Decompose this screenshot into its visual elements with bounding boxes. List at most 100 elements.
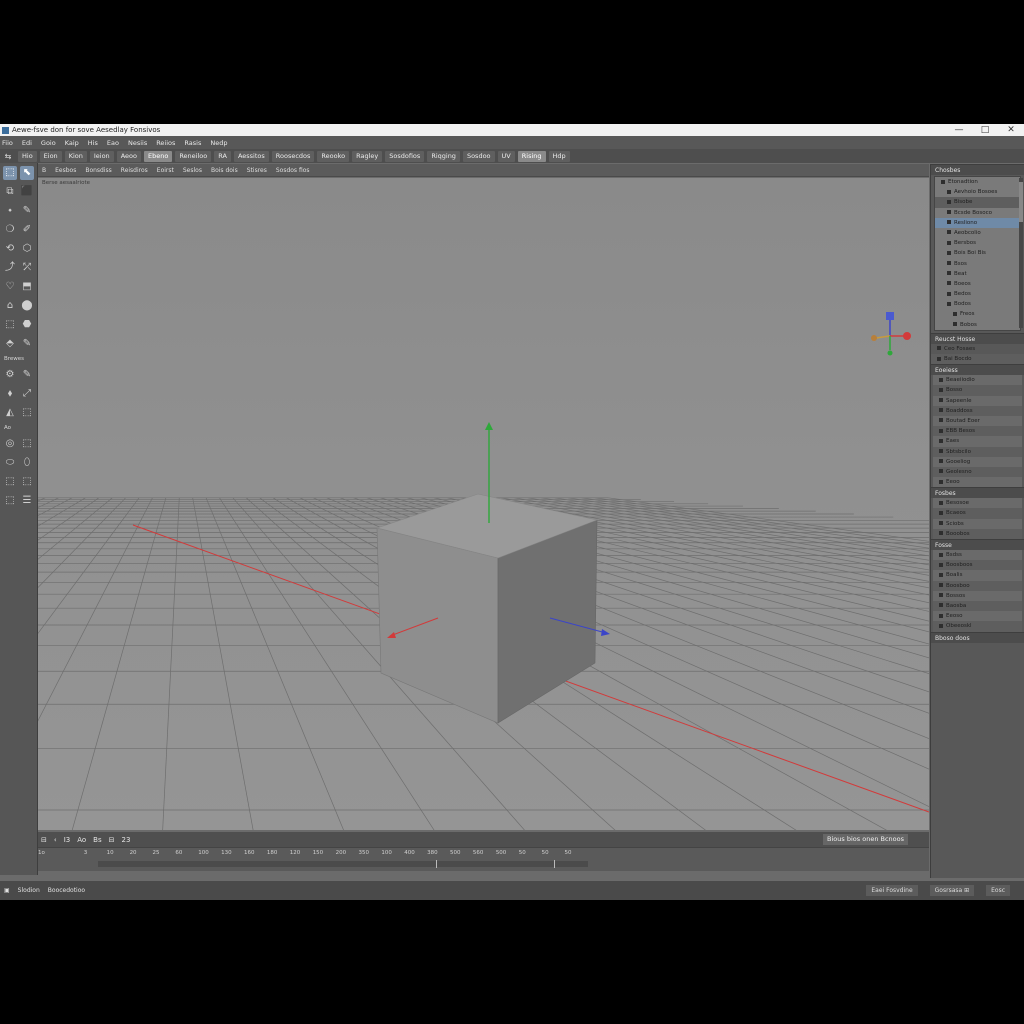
tool-icon[interactable]: ⬤ xyxy=(20,299,34,313)
menu-item[interactable]: Nesiis xyxy=(128,139,147,147)
attribute-row[interactable]: Ceo Fosaes xyxy=(931,344,1024,354)
tool-icon[interactable]: ✎ xyxy=(20,204,34,218)
status-button[interactable]: Gosrsasa ⊞ xyxy=(929,885,975,896)
menu-item[interactable]: Nedp xyxy=(210,139,227,147)
channel-row[interactable]: Sciobs xyxy=(933,519,1022,529)
layer-row[interactable]: Bossos xyxy=(933,591,1022,601)
tool-icon[interactable]: ⟲ xyxy=(3,242,17,256)
viewport-menu-item[interactable]: Seslos xyxy=(183,167,202,174)
tool-icon[interactable]: ⬚ xyxy=(20,406,34,420)
attribute-row[interactable]: Sbtsbcilo xyxy=(933,446,1022,457)
minimize-button[interactable]: — xyxy=(946,124,972,136)
layers-footer[interactable]: Bboso doos xyxy=(931,631,1024,643)
outliner-item[interactable]: Freos xyxy=(935,309,1020,319)
shelf-tab[interactable]: Roosecdos xyxy=(271,150,315,162)
playback-control[interactable]: ‹ xyxy=(54,836,57,844)
tool-icon[interactable]: ⬡ xyxy=(20,242,34,256)
shelf-tab[interactable]: Eion xyxy=(39,150,62,162)
outliner-item[interactable]: Resliono xyxy=(935,217,1020,228)
menu-item[interactable]: Rasis xyxy=(184,139,201,147)
tool-icon[interactable]: ✐ xyxy=(20,223,34,237)
tool-icon[interactable]: ⬧ xyxy=(3,387,17,401)
maximize-button[interactable]: □ xyxy=(972,124,998,136)
outliner-item[interactable]: Boeos xyxy=(935,279,1020,289)
tool-icon[interactable]: ✎ xyxy=(20,368,34,382)
scrollbar-thumb[interactable] xyxy=(1019,182,1023,222)
shelf-tab[interactable]: Reooko xyxy=(317,150,350,162)
attribute-row[interactable]: Geolesno xyxy=(933,466,1022,478)
outliner-item[interactable]: Etonadtion xyxy=(935,177,1020,187)
outliner-list[interactable]: Etonadtion Aevhoio Bosoes Bisobe Bcsde Boso… xyxy=(934,176,1021,331)
channel-row[interactable]: Besosoe xyxy=(933,498,1022,508)
outliner-item[interactable]: Aevhoio Bosoes xyxy=(935,187,1020,197)
layer-row[interactable]: Boosboo xyxy=(933,580,1022,591)
shelf-tab[interactable]: Reneiloo xyxy=(175,150,212,162)
shelf-tab[interactable]: Riqging xyxy=(427,150,460,162)
shelf-tab[interactable]: Sosdofios xyxy=(385,150,425,162)
viewport-menu-item[interactable]: Eoirst xyxy=(157,167,174,174)
menu-item[interactable]: His xyxy=(88,139,98,147)
channel-row[interactable]: Booobos xyxy=(933,528,1022,539)
viewport-menu-item[interactable]: Stisres xyxy=(247,167,267,174)
tool-icon[interactable]: ⚙ xyxy=(3,368,17,382)
attribute-row[interactable]: Bai Bocdo xyxy=(931,354,1024,365)
tool-icon[interactable]: ⌂ xyxy=(3,299,17,313)
viewport-menu-item[interactable]: Reisdiros xyxy=(121,167,148,174)
tool-icon[interactable]: ⬭ xyxy=(3,456,17,470)
shelf-tab[interactable]: RA xyxy=(214,150,231,162)
attribute-row[interactable]: EBB Besos xyxy=(933,426,1022,437)
outliner-item[interactable]: Bsos xyxy=(935,259,1020,269)
tool-icon[interactable]: ⬉ xyxy=(20,165,34,180)
shelf-tab[interactable]: Sosdoo xyxy=(462,150,495,162)
attribute-row[interactable]: Gooeliog xyxy=(933,457,1022,467)
attribute-row[interactable]: Bosso xyxy=(933,385,1022,396)
attribute-row[interactable]: Eeoo xyxy=(933,477,1022,487)
attribute-row[interactable]: Boaddoss xyxy=(933,405,1022,416)
playback-control[interactable]: Ao xyxy=(77,836,86,844)
outliner-item[interactable]: Bisobe xyxy=(935,197,1020,208)
attributes-header[interactable]: Reucst Hosse xyxy=(931,332,1024,344)
tool-icon[interactable]: ✎ xyxy=(20,337,34,351)
layer-row[interactable]: Boalis xyxy=(933,570,1022,580)
viewport-menu-item[interactable]: Bonsdiss xyxy=(85,167,111,174)
scene-canvas[interactable] xyxy=(38,178,929,830)
layer-row[interactable]: Boosboos xyxy=(933,560,1022,571)
outliner-item[interactable]: Bois Boi Bis xyxy=(935,248,1020,258)
time-track[interactable] xyxy=(98,861,588,867)
shelf-tab[interactable]: Rising xyxy=(517,150,546,162)
tool-icon[interactable]: ⬣ xyxy=(20,318,34,332)
tool-icon[interactable]: ♡ xyxy=(3,280,17,294)
layer-row[interactable]: Eeoso xyxy=(933,611,1022,621)
layers-header[interactable]: Fosse xyxy=(931,539,1024,550)
shelf-tab[interactable]: UV xyxy=(497,150,515,162)
tool-icon[interactable]: ⬒ xyxy=(20,280,34,294)
shelf-tab[interactable]: Kion xyxy=(64,150,87,162)
menu-item[interactable]: Edi xyxy=(22,139,32,147)
tool-icon[interactable]: ⬯ xyxy=(20,456,34,470)
tool-icon[interactable]: ⬩ xyxy=(3,204,17,218)
playback-control[interactable]: I3 xyxy=(64,836,71,844)
attribute-row[interactable]: Eaes xyxy=(933,436,1022,446)
menu-item[interactable]: Eao xyxy=(107,139,119,147)
time-slider[interactable]: 1o 3 10 20 25 60 100 130 160 180 120 150 200 350 100 40… xyxy=(38,847,929,871)
tool-icon[interactable]: ⧉ xyxy=(3,185,17,199)
outliner-item[interactable]: Bodos xyxy=(935,299,1020,309)
viewport-menu-item[interactable]: Eesbos xyxy=(55,167,76,174)
tool-icon[interactable]: ⬚ xyxy=(3,318,17,332)
playback-control[interactable]: Bs xyxy=(93,836,101,844)
attribute-row[interactable]: Boutad Eoer xyxy=(933,416,1022,426)
layer-row[interactable]: Bsdss xyxy=(933,550,1022,560)
shelf-tab[interactable]: Ieion xyxy=(89,150,114,162)
shelf-tab[interactable]: Aeoo xyxy=(116,150,141,162)
attributes-sub-header[interactable]: Eoeiess xyxy=(931,364,1024,376)
playback-control[interactable]: ⊟ xyxy=(41,836,47,844)
playback-control[interactable]: 23 xyxy=(122,836,131,844)
swap-icon[interactable]: ⇆ xyxy=(2,151,14,162)
outliner-item[interactable]: Bedos xyxy=(935,289,1020,299)
attribute-row[interactable]: Beaeiiodio xyxy=(933,375,1022,385)
viewport-menu-item[interactable]: B xyxy=(42,167,46,174)
tool-icon[interactable]: ⬚ xyxy=(20,437,34,451)
shelf-tab[interactable]: Hdp xyxy=(548,150,570,162)
close-button[interactable]: ✕ xyxy=(998,124,1024,136)
tool-icon[interactable]: ⬚ xyxy=(20,475,34,489)
